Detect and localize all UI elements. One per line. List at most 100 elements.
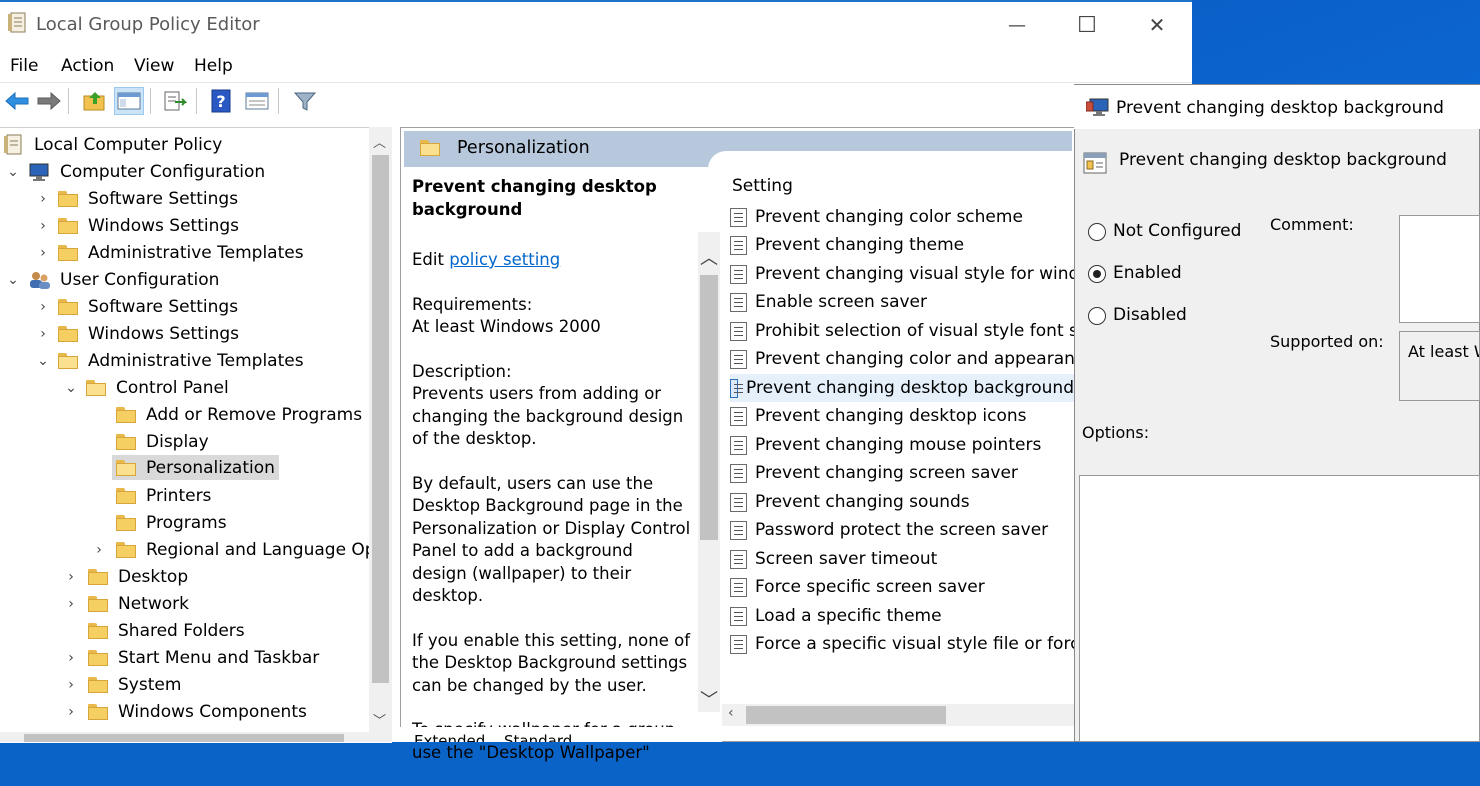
tree-item-computer-configuration[interactable]: ⌄ Computer Configuration <box>6 158 265 185</box>
tab-standard[interactable]: Standard <box>504 732 572 742</box>
scroll-left-icon[interactable]: ‹ <box>728 705 734 721</box>
chevron-right-icon[interactable]: › <box>64 650 78 666</box>
radio-enabled[interactable] <box>1088 265 1106 283</box>
tree-root[interactable]: Local Computer Policy <box>4 131 222 158</box>
setting-row[interactable]: Force specific screen saver <box>730 573 985 601</box>
properties-view-button[interactable] <box>242 87 272 115</box>
chevron-down-icon[interactable]: ⌄ <box>36 353 50 369</box>
tree-item-printers[interactable]: Printers <box>116 482 211 509</box>
setting-column-header[interactable]: Setting <box>732 176 793 196</box>
forward-button[interactable] <box>34 87 64 115</box>
tree-item-software-settings[interactable]: › Software Settings <box>36 293 238 320</box>
chevron-down-icon[interactable]: ⌄ <box>6 272 20 288</box>
export-list-icon <box>164 91 187 111</box>
menu-help[interactable]: Help <box>194 56 233 76</box>
chevron-right-icon[interactable]: › <box>64 569 78 585</box>
setting-icon <box>730 463 747 483</box>
setting-row[interactable]: Load a specific theme <box>730 602 942 630</box>
chevron-right-icon[interactable]: › <box>36 245 50 261</box>
scroll-up-icon[interactable]: ︿ <box>700 244 718 270</box>
tree-item-programs[interactable]: Programs <box>116 509 227 536</box>
setting-row[interactable]: Prohibit selection of visual style font … <box>730 317 1074 345</box>
tree-item-regional-and-language-options[interactable]: › Regional and Language Opt <box>92 536 382 563</box>
chevron-right-icon[interactable]: › <box>64 704 78 720</box>
back-button[interactable] <box>2 87 32 115</box>
tree-item-system[interactable]: › System <box>64 671 181 698</box>
chevron-right-icon[interactable]: › <box>36 191 50 207</box>
setting-row[interactable]: Prevent changing desktop icons <box>730 402 1027 430</box>
settings-scrollbar-thumb[interactable] <box>746 706 946 724</box>
tab-extended[interactable]: Extended <box>414 732 485 742</box>
setting-row[interactable]: Prevent changing color and appearance <box>730 345 1074 373</box>
chevron-right-icon[interactable]: › <box>64 677 78 693</box>
close-button[interactable]: ✕ <box>1122 2 1192 48</box>
policy-setting-link[interactable]: policy setting <box>449 250 560 269</box>
chevron-right-icon[interactable]: › <box>36 326 50 342</box>
tree-item-administrative-templates[interactable]: ⌄ Administrative Templates <box>36 347 303 374</box>
scroll-down-icon[interactable]: ﹀ <box>700 686 718 712</box>
help-button[interactable]: ? <box>206 87 236 115</box>
menu-file[interactable]: File <box>10 56 38 76</box>
setting-row[interactable]: Prevent changing mouse pointers <box>730 431 1041 459</box>
tree-label: Regional and Language Opt <box>146 539 383 560</box>
filter-button[interactable] <box>290 87 320 115</box>
option-disabled-label[interactable]: Disabled <box>1113 305 1187 325</box>
radio-disabled[interactable] <box>1088 307 1106 325</box>
dialog-heading: Prevent changing desktop background <box>1119 150 1447 170</box>
toolbar-separator <box>68 88 69 114</box>
chevron-right-icon[interactable]: › <box>36 299 50 315</box>
chevron-down-icon[interactable]: ⌄ <box>6 164 20 180</box>
description-text: Prevents users from adding or changing t… <box>412 384 684 448</box>
menu-view[interactable]: View <box>134 56 174 76</box>
setting-label: Force specific screen saver <box>755 577 985 597</box>
option-not-configured-label[interactable]: Not Configured <box>1113 221 1241 241</box>
description-scrollbar-thumb[interactable] <box>700 275 718 540</box>
tree-item-windows-settings[interactable]: › Windows Settings <box>36 212 239 239</box>
setting-row[interactable]: Prevent changing color scheme <box>730 203 1023 231</box>
setting-row[interactable]: Password protect the screen saver <box>730 516 1048 544</box>
setting-row[interactable]: Force a specific visual style file or fo… <box>730 630 1074 658</box>
setting-row[interactable]: Prevent changing sounds <box>730 488 970 516</box>
tree-item-software-settings[interactable]: › Software Settings <box>36 185 238 212</box>
export-list-button[interactable] <box>160 87 190 115</box>
minimize-button[interactable]: — <box>982 2 1052 48</box>
setting-row[interactable]: Prevent changing theme <box>730 231 964 259</box>
tree-item-control-panel[interactable]: ⌄ Control Panel <box>64 374 229 401</box>
tree-item-personalization[interactable]: Personalization <box>112 455 279 480</box>
tree-item-windows-components[interactable]: › Windows Components <box>64 698 307 725</box>
tree-item-shared-folders[interactable]: Shared Folders <box>88 617 245 644</box>
chevron-right-icon[interactable]: › <box>92 542 106 558</box>
tree-scrollbar-thumb[interactable] <box>372 155 389 683</box>
tree-item-network[interactable]: › Network <box>64 590 189 617</box>
chevron-right-icon[interactable]: › <box>36 218 50 234</box>
up-folder-icon <box>83 92 105 111</box>
chevron-down-icon[interactable]: ⌄ <box>64 380 78 396</box>
up-one-level-button[interactable] <box>80 87 110 115</box>
tree-horizontal-thumb[interactable] <box>24 734 344 742</box>
scroll-up-icon[interactable]: ︿ <box>373 132 386 151</box>
tree-item-administrative-templates[interactable]: › Administrative Templates <box>36 239 303 266</box>
tree-item-desktop[interactable]: › Desktop <box>64 563 188 590</box>
tree-item-display[interactable]: Display <box>116 428 209 455</box>
policy-settings-icon <box>1083 152 1107 174</box>
tree-item-add-or-remove-programs[interactable]: Add or Remove Programs <box>116 401 362 428</box>
scroll-down-icon[interactable]: ﹀ <box>373 710 386 729</box>
edit-prefix: Edit <box>412 250 450 269</box>
policy-editor-app-icon <box>8 12 26 33</box>
option-enabled-label[interactable]: Enabled <box>1113 263 1182 283</box>
radio-not-configured[interactable] <box>1088 223 1106 241</box>
tree-item-windows-settings[interactable]: › Windows Settings <box>36 320 239 347</box>
maximize-button[interactable]: ☐ <box>1052 2 1122 48</box>
menu-action[interactable]: Action <box>61 56 114 76</box>
comment-textarea[interactable] <box>1399 215 1480 323</box>
tree-item-user-configuration[interactable]: ⌄ User Configuration <box>6 266 219 293</box>
tree-item-start-menu-and-taskbar[interactable]: › Start Menu and Taskbar <box>64 644 319 671</box>
show-hide-console-tree-button[interactable] <box>114 87 144 115</box>
setting-row[interactable]: Screen saver timeout <box>730 545 937 573</box>
setting-row[interactable]: Prevent changing visual style for window <box>730 260 1074 288</box>
chevron-right-icon[interactable]: › <box>64 596 78 612</box>
setting-row[interactable]: Prevent changing screen saver <box>730 459 1018 487</box>
setting-row[interactable]: Enable screen saver <box>730 288 927 316</box>
setting-row-selected[interactable]: Prevent changing desktop background <box>730 374 1074 402</box>
supported-on-box: At least W <box>1399 331 1480 401</box>
